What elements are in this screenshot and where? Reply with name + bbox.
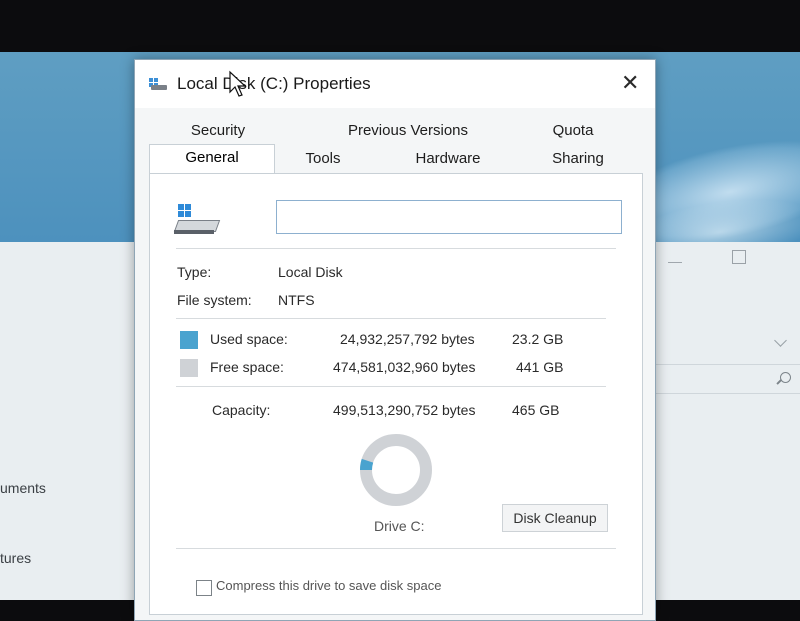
free-space-bytes: 474,581,032,960 bytes [333,359,476,375]
tab-tools[interactable]: Tools [283,150,363,167]
tab-row-2: Tools Hardware Sharing [143,146,643,172]
general-tab-pane: Type: Local Disk File system: NTFS Used … [149,173,643,615]
dialog-title: Local Disk (C:) Properties [177,74,371,93]
search-bar[interactable] [648,364,800,394]
tab-previous-versions[interactable]: Previous Versions [323,122,493,139]
title-bar: Local Disk (C:) Properties ✕ [135,60,655,108]
capacity-size: 465 GB [512,402,560,418]
tab-security[interactable]: Security [163,122,273,139]
nav-item-pictures[interactable]: tures [0,550,31,566]
free-space-size: 441 GB [516,359,564,375]
search-icon[interactable] [780,372,791,383]
drive-icon [149,78,167,90]
chevron-down-icon[interactable] [774,334,787,347]
compress-checkbox[interactable] [196,580,212,596]
donut-free-segment [360,434,432,506]
type-label: Type: [177,264,212,280]
divider [176,318,606,319]
used-space-size: 23.2 GB [512,331,564,347]
properties-dialog: Local Disk (C:) Properties ✕ Security Pr… [134,59,656,621]
disk-usage-donut [360,434,432,506]
disk-cleanup-button[interactable]: Disk Cleanup [502,504,608,532]
filesystem-value: NTFS [278,292,315,308]
maximize-icon[interactable] [732,250,746,264]
type-value: Local Disk [278,264,343,280]
free-space-swatch [180,359,198,377]
close-icon[interactable]: ✕ [621,70,639,96]
nav-item-documents[interactable]: uments [0,480,46,496]
tab-quota[interactable]: Quota [523,122,623,139]
divider [176,248,616,249]
tab-hardware[interactable]: Hardware [393,150,503,167]
used-space-label: Used space: [210,331,288,347]
used-space-swatch [180,331,198,349]
used-space-bytes: 24,932,257,792 bytes [340,331,475,347]
free-space-label: Free space: [210,359,284,375]
mouse-cursor-icon [229,70,247,97]
tab-sharing[interactable]: Sharing [533,150,623,167]
filesystem-label: File system: [177,292,252,308]
divider [176,548,616,549]
minimize-icon[interactable] [668,262,682,263]
drive-label: Drive C: [374,518,425,534]
drive-icon [173,204,222,236]
divider [176,386,606,387]
drive-name-field[interactable] [276,200,622,234]
capacity-bytes: 499,513,290,752 bytes [333,402,476,418]
capacity-label: Capacity: [212,402,271,418]
compress-label: Compress this drive to save disk space [216,578,442,593]
